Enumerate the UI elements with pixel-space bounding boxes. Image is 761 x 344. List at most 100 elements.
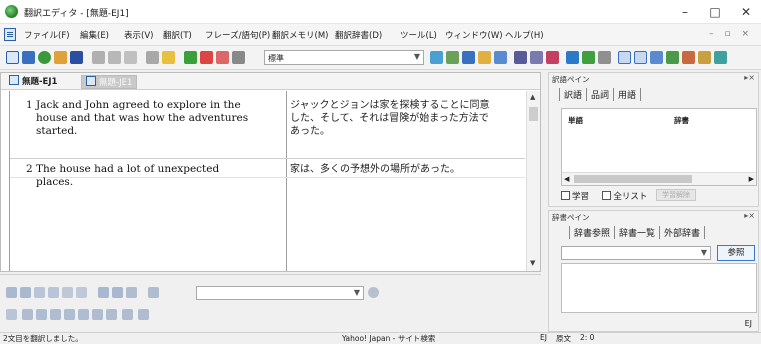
menu-window[interactable]: ウィンドウ(W): [445, 29, 503, 41]
mdi-window-controls[interactable]: – ▫ ×: [709, 29, 753, 39]
vertical-scrollbar[interactable]: ▲ ▼: [526, 91, 540, 271]
maximize-button[interactable]: □: [700, 0, 730, 24]
tab-ej1[interactable]: 無題-EJ1: [5, 75, 61, 89]
row3-icon[interactable]: [50, 309, 61, 320]
grid-icon[interactable]: [598, 51, 611, 64]
translate-all-icon[interactable]: [200, 51, 213, 64]
style-select[interactable]: 標準 ▼: [264, 50, 424, 65]
chart-icon[interactable]: [582, 51, 595, 64]
scroll-right-icon[interactable]: ▶: [749, 175, 754, 183]
scroll-left-icon[interactable]: ◀: [564, 175, 569, 183]
font-icon[interactable]: [62, 287, 73, 298]
menu-edit[interactable]: 編集(E): [80, 29, 109, 41]
tab-dict-lookup[interactable]: 辞書参照: [569, 226, 616, 239]
segment-source[interactable]: The house had a lot of unexpected places…: [36, 163, 281, 189]
close-icon[interactable]: ▸×: [744, 73, 755, 82]
search-icon[interactable]: [112, 287, 123, 298]
row7-icon[interactable]: [106, 309, 117, 320]
nav-icon[interactable]: [98, 287, 109, 298]
scroll-up-icon[interactable]: ▲: [530, 93, 535, 101]
app-icon: [5, 5, 18, 18]
align-icon[interactable]: [6, 309, 17, 320]
translate-stop-icon[interactable]: [216, 51, 229, 64]
heart-icon[interactable]: [546, 51, 559, 64]
undo-icon[interactable]: [146, 51, 159, 64]
view-icon[interactable]: [148, 287, 159, 298]
menu-memory[interactable]: 翻訳メモリ(M): [272, 29, 328, 41]
segment-target[interactable]: 家は、多くの予想外の場所があった。: [290, 163, 522, 176]
menu-tools[interactable]: ツール(L): [400, 29, 437, 41]
help-icon[interactable]: [162, 51, 175, 64]
scroll-down-icon[interactable]: ▼: [530, 259, 535, 267]
document-icon[interactable]: [4, 28, 16, 41]
row8-icon[interactable]: [122, 309, 133, 320]
refresh-icon[interactable]: [34, 287, 45, 298]
join-icon[interactable]: [530, 51, 543, 64]
close-button[interactable]: ✕: [731, 0, 761, 24]
layout1-icon[interactable]: [618, 51, 631, 64]
web-icon[interactable]: [38, 51, 51, 64]
menu-view[interactable]: 表示(V): [124, 29, 153, 41]
dict-icon[interactable]: [430, 51, 443, 64]
column-header-dictionary[interactable]: 辞書: [674, 115, 689, 126]
menu-help[interactable]: ヘルプ(H): [505, 29, 544, 41]
forward-icon[interactable]: [20, 287, 31, 298]
row4-icon[interactable]: [64, 309, 75, 320]
menu-translate[interactable]: 翻訳(T): [163, 29, 192, 41]
layout5-icon[interactable]: [682, 51, 695, 64]
settings-icon[interactable]: [76, 287, 87, 298]
phrase-icon[interactable]: [446, 51, 459, 64]
tab-je1[interactable]: 無題-JE1: [81, 75, 138, 89]
close-icon[interactable]: ▸×: [744, 211, 755, 220]
open-icon[interactable]: [22, 51, 35, 64]
layout3-icon[interactable]: [650, 51, 663, 64]
menu-dictionary[interactable]: 翻訳辞書(D): [335, 29, 382, 41]
go-icon[interactable]: [368, 287, 379, 298]
save-icon[interactable]: [70, 51, 83, 64]
split-icon[interactable]: [514, 51, 527, 64]
row9-icon[interactable]: [138, 309, 149, 320]
tab-pos[interactable]: 品詞: [587, 88, 615, 101]
user-dict-icon[interactable]: [478, 51, 491, 64]
row5-icon[interactable]: [78, 309, 89, 320]
menu-phrase[interactable]: フレーズ/語句(P): [205, 29, 270, 41]
row2-icon[interactable]: [36, 309, 47, 320]
row6-icon[interactable]: [92, 309, 103, 320]
minimize-button[interactable]: –: [670, 0, 700, 24]
tab-word[interactable]: 訳語: [559, 88, 588, 101]
segment-source[interactable]: Jack and John agreed to explore in the h…: [36, 99, 281, 138]
stop-icon[interactable]: [48, 287, 59, 298]
paste-icon[interactable]: [124, 51, 137, 64]
memory-icon[interactable]: [462, 51, 475, 64]
all-list-checkbox[interactable]: [602, 191, 612, 200]
layout4-icon[interactable]: [666, 51, 679, 64]
learn-checkbox[interactable]: [561, 191, 570, 200]
tab-term[interactable]: 用語: [614, 88, 642, 101]
list-icon[interactable]: [232, 51, 245, 64]
register-icon[interactable]: [494, 51, 507, 64]
cut-icon[interactable]: [92, 51, 105, 64]
row1-icon[interactable]: [22, 309, 33, 320]
page-icon[interactable]: [126, 287, 137, 298]
tab-external-dict[interactable]: 外部辞書: [660, 226, 706, 239]
translate-play-icon[interactable]: [184, 51, 197, 64]
tab-dict-list[interactable]: 辞書一覧: [615, 226, 661, 239]
copy-icon[interactable]: [108, 51, 121, 64]
layout6-icon[interactable]: [698, 51, 711, 64]
folder-icon[interactable]: [54, 51, 67, 64]
layout7-icon[interactable]: [714, 51, 727, 64]
new-icon[interactable]: [6, 51, 19, 64]
back-icon[interactable]: [6, 287, 17, 298]
filter-icon[interactable]: [566, 51, 579, 64]
scrollbar-thumb[interactable]: [574, 175, 692, 183]
dictionary-search-input[interactable]: ▼: [561, 246, 711, 260]
unlearn-button[interactable]: 学習解除: [656, 189, 696, 201]
scrollbar-thumb[interactable]: [529, 107, 538, 121]
column-header-word[interactable]: 単語: [568, 115, 583, 126]
lookup-button[interactable]: 参照: [717, 245, 755, 261]
history-select[interactable]: ▼: [196, 286, 364, 300]
segment-target[interactable]: ジャックとジョンは家を探検することに同意 した、そして、それは冒険が始まった方法…: [290, 99, 522, 138]
menu-file[interactable]: ファイル(F): [24, 29, 70, 41]
horizontal-scrollbar[interactable]: ◀ ▶: [562, 172, 756, 185]
layout2-icon[interactable]: [634, 51, 647, 64]
